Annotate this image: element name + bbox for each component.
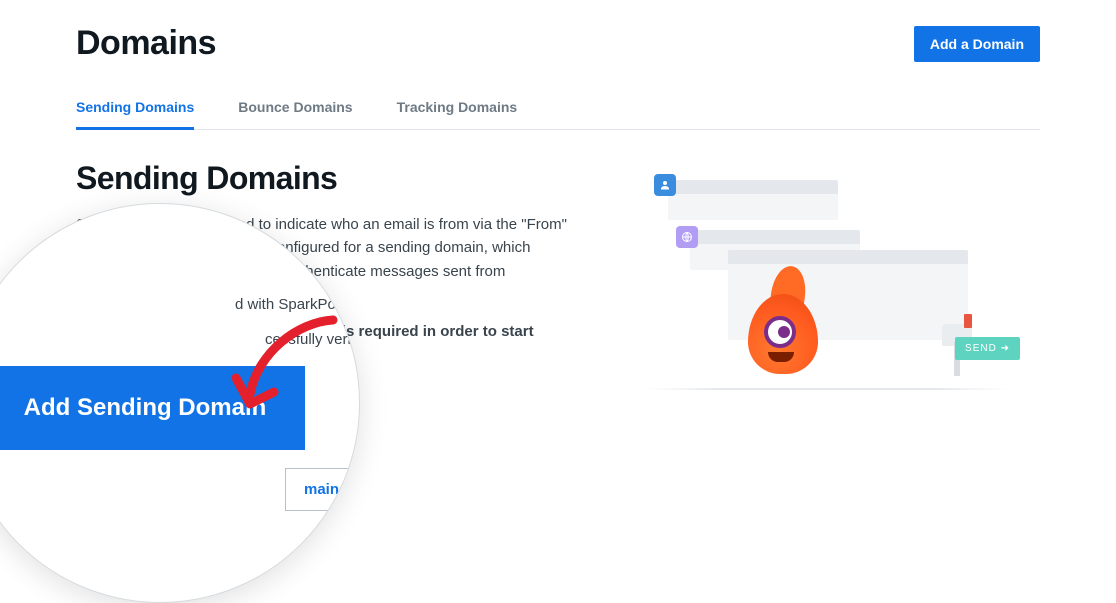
tab-bounce-domains[interactable]: Bounce Domains (238, 91, 352, 129)
user-icon (654, 174, 676, 196)
zoom-annotation: d with SparkPost. cessfully verified. Ad… (0, 203, 360, 603)
add-sending-domain-button[interactable]: Add Sending Domain (0, 366, 305, 450)
tab-sending-domains[interactable]: Sending Domains (76, 91, 194, 129)
sending-domains-docs-button-zoom[interactable]: mains Documentation (285, 468, 360, 511)
domain-tabs: Sending Domains Bounce Domains Tracking … (76, 91, 1040, 130)
tab-tracking-domains[interactable]: Tracking Domains (397, 91, 518, 129)
sending-domains-illustration: SEND ➜ (648, 180, 1008, 410)
page-title: Domains (76, 24, 216, 63)
add-domain-button[interactable]: Add a Domain (914, 26, 1040, 62)
globe-icon (676, 226, 698, 248)
sparkpost-mascot-icon (738, 272, 828, 382)
zoom-text-fragment-b: cessfully verified. (265, 331, 335, 348)
send-badge: SEND ➜ (955, 337, 1020, 360)
zoom-text-fragment-a: d with SparkPost. (235, 296, 335, 313)
section-title: Sending Domains (76, 160, 576, 197)
